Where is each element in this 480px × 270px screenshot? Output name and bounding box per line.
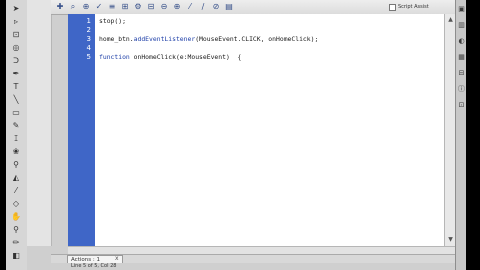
cursor-position: Line 5 of 5, Col 28: [71, 263, 117, 269]
auto-format-icon[interactable]: ≡: [107, 2, 117, 12]
code-line-3[interactable]: home_btn.addEventListener(MouseEvent.CLI…: [99, 35, 318, 43]
expand-icon[interactable]: ⊕: [172, 2, 182, 12]
eyedropper-tool-icon[interactable]: ⁄: [9, 186, 23, 196]
actions-toolbar: ✚ ⌕ ⊕ ✓ ≡ ⊞ ⚙ ⊟ ⊖ ⊕ ⁄ ∕ ⊘ ▤ Script Assis…: [51, 0, 455, 15]
tools-panel: ➤ ▹ ⊡ ◎ ᑐ ✒ T ╲ ▭ ✎ ꕯ ❀ ⚲ ◭ ⁄ ◇ ✋ ⚲ ✏ ◧: [6, 0, 28, 270]
script-assist-label: Script Assist: [398, 4, 429, 10]
swatches-panel-icon[interactable]: ▦: [458, 52, 465, 62]
code-object: home_btn.: [99, 35, 134, 43]
stroke-color-icon[interactable]: ✏: [9, 238, 23, 248]
text-tool-icon[interactable]: T: [9, 82, 23, 92]
scroll-down-icon[interactable]: ▼: [447, 236, 454, 243]
collapse-icon[interactable]: ⊟: [146, 2, 156, 12]
line-number: 1: [86, 17, 91, 25]
line-comment-icon[interactable]: ∕: [198, 2, 208, 12]
hand-tool-icon[interactable]: ✋: [9, 212, 23, 222]
script-assist-checkbox[interactable]: [389, 3, 396, 11]
fill-color-icon[interactable]: ◧: [9, 251, 23, 261]
line-tool-icon[interactable]: ╲: [9, 95, 23, 105]
add-icon[interactable]: ✚: [55, 2, 65, 12]
bone-tool-icon[interactable]: ⚲: [9, 160, 23, 170]
uncomment-icon[interactable]: ⊘: [211, 2, 221, 12]
line-number: 4: [86, 44, 91, 52]
find-icon[interactable]: ⌕: [68, 2, 78, 12]
check-syntax-icon[interactable]: ✓: [94, 2, 104, 12]
line-number: 5: [86, 53, 91, 61]
script-navigator[interactable]: [27, 0, 52, 246]
target-icon[interactable]: ⊕: [81, 2, 91, 12]
pencil-tool-icon[interactable]: ✎: [9, 121, 23, 131]
deco-tool-icon[interactable]: ❀: [9, 147, 23, 157]
selection-tool-icon[interactable]: ➤: [9, 4, 23, 14]
code-keyword: function: [99, 53, 130, 61]
comment-icon[interactable]: ⁄: [185, 2, 195, 12]
line-number-gutter: 1 2 3 4 5: [68, 14, 95, 246]
line-number: 3: [86, 35, 91, 43]
code-signature: onHomeClick(e:MouseEvent) {: [129, 53, 242, 61]
align-panel-icon[interactable]: ⊟: [458, 68, 465, 78]
code-hint-icon[interactable]: ⊞: [120, 2, 130, 12]
3d-rotation-tool-icon[interactable]: ◎: [9, 43, 23, 53]
collapse-selection-icon[interactable]: ⊖: [159, 2, 169, 12]
library-panel-icon[interactable]: ▥: [458, 20, 465, 30]
horizontal-scrollbar[interactable]: [68, 246, 455, 254]
info-panel-icon[interactable]: ⓘ: [458, 84, 465, 94]
toggle-panel-icon[interactable]: ▤: [224, 2, 234, 12]
close-tab-icon[interactable]: x: [115, 255, 119, 263]
lasso-tool-icon[interactable]: ᑐ: [9, 56, 23, 66]
transform-panel-icon[interactable]: ⊡: [458, 100, 465, 110]
rectangle-tool-icon[interactable]: ▭: [9, 108, 23, 118]
code-method: addEventListener: [133, 35, 196, 43]
code-args: (MouseEvent.CLICK, onHomeClick);: [195, 35, 319, 43]
code-line-5[interactable]: function onHomeClick(e:MouseEvent) {: [99, 53, 241, 61]
script-assist-toggle[interactable]: Script Assist: [389, 2, 449, 12]
pen-tool-icon[interactable]: ✒: [9, 69, 23, 79]
right-border: [466, 0, 480, 270]
code-line-1[interactable]: stop();: [99, 17, 126, 25]
status-bar: Line 5 of 5, Col 28: [51, 263, 455, 270]
brush-tool-icon[interactable]: ꕯ: [9, 134, 23, 144]
code-text: stop();: [99, 17, 126, 25]
actions-panel: ✚ ⌕ ⊕ ✓ ≡ ⊞ ⚙ ⊟ ⊖ ⊕ ⁄ ∕ ⊘ ▤ Script Assis…: [27, 0, 456, 270]
line-number: 2: [86, 26, 91, 34]
free-transform-tool-icon[interactable]: ⊡: [9, 30, 23, 40]
script-editor[interactable]: stop(); home_btn.addEventListener(MouseE…: [95, 14, 444, 246]
eraser-tool-icon[interactable]: ◇: [9, 199, 23, 209]
scroll-up-icon[interactable]: ▲: [447, 16, 454, 23]
subselection-tool-icon[interactable]: ▹: [9, 17, 23, 27]
paint-bucket-tool-icon[interactable]: ◭: [9, 173, 23, 183]
properties-panel-icon[interactable]: ▣: [458, 4, 465, 14]
color-panel-icon[interactable]: ◐: [458, 36, 465, 46]
zoom-tool-icon[interactable]: ⚲: [9, 225, 23, 235]
debug-icon[interactable]: ⚙: [133, 2, 143, 12]
